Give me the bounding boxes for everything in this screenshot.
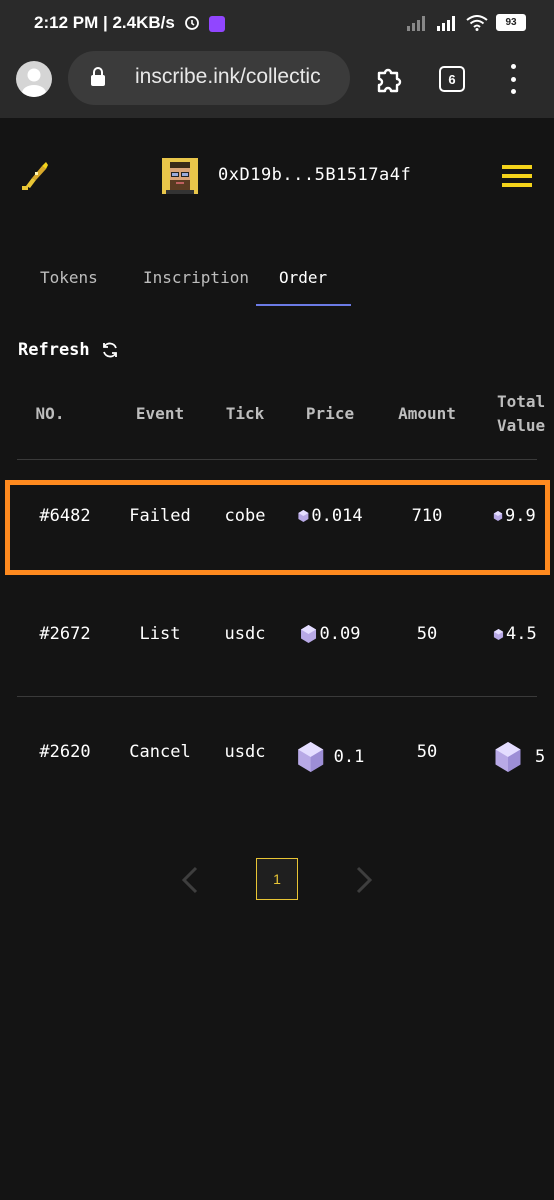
tabs-icon[interactable]: 6	[439, 66, 465, 92]
net-speed: | 2.4KB/s	[102, 13, 175, 32]
active-tab-indicator	[256, 304, 351, 306]
highlight-annotation	[5, 480, 550, 575]
wallet-address[interactable]: 0xD19b...5B1517a4f	[218, 165, 411, 185]
order-event: Cancel	[129, 742, 191, 762]
order-price: 0.1	[296, 742, 365, 772]
page-number-button[interactable]: 1	[256, 858, 298, 900]
alarm-icon	[184, 16, 199, 30]
order-amount: 50	[416, 742, 438, 762]
refresh-icon	[102, 342, 117, 358]
table-divider	[17, 459, 537, 460]
total-value: 4.5	[506, 624, 537, 644]
table-row[interactable]: #2672 List usdc 0.09 50 4.5	[0, 598, 554, 674]
hamburger-icon[interactable]	[502, 165, 532, 187]
wifi-icon	[466, 14, 488, 31]
order-number: #2620	[39, 742, 91, 762]
extensions-icon[interactable]	[374, 64, 406, 94]
order-price: 0.09	[300, 624, 361, 644]
header-price: Price	[305, 404, 355, 423]
signal-icon	[407, 15, 425, 31]
gem-icon	[495, 742, 521, 772]
total-value: 5	[535, 747, 546, 767]
header-amount: Amount	[398, 404, 456, 423]
url-text[interactable]: inscribe.ink/collectic	[135, 65, 345, 89]
signal-icon-2	[437, 15, 455, 31]
header-no: NO.	[35, 404, 65, 423]
gem-icon	[493, 628, 504, 640]
header-tick: Tick	[225, 404, 265, 423]
price-value: 0.09	[319, 624, 361, 644]
profile-icon[interactable]	[16, 61, 52, 97]
status-bar: 2:12 PM | 2.4KB/s 93	[0, 0, 554, 48]
table-row[interactable]: #2620 Cancel usdc 0.1 50 5	[0, 716, 554, 792]
clock-text: 2:12 PM	[34, 13, 99, 32]
header-event: Event	[135, 404, 185, 423]
order-amount: 50	[416, 624, 438, 644]
pen-logo-icon[interactable]	[20, 156, 50, 192]
refresh-button[interactable]: Refresh	[18, 340, 120, 360]
order-total: 5	[493, 742, 554, 772]
gem-icon	[298, 742, 324, 772]
app-header: 0xD19b...5B1517a4f	[0, 118, 554, 238]
tab-bar: Tokens Inscription Order	[0, 260, 554, 310]
chevron-left-icon[interactable]	[180, 866, 200, 894]
order-tick: usdc	[224, 624, 266, 644]
header-total-value: Total Value	[497, 390, 554, 438]
tab-tokens[interactable]: Tokens	[40, 268, 98, 287]
status-right: 93	[406, 14, 526, 31]
table-header: NO. Event Tick Price Amount Total Value	[0, 388, 554, 448]
pagination: 1	[0, 858, 554, 902]
table-divider	[17, 696, 537, 697]
chevron-right-icon[interactable]	[354, 866, 374, 894]
order-tick: usdc	[224, 742, 266, 762]
price-value: 0.1	[333, 747, 365, 767]
address-bar[interactable]: inscribe.ink/collectic	[68, 51, 350, 105]
header-total-line2: Value	[497, 416, 546, 435]
order-total: 4.5	[493, 624, 554, 644]
tab-order[interactable]: Order	[279, 268, 327, 287]
battery-icon: 93	[496, 14, 526, 31]
order-event: List	[139, 624, 181, 644]
browser-toolbar: inscribe.ink/collectic 6	[0, 48, 554, 118]
more-icon[interactable]	[508, 64, 518, 94]
gem-icon	[301, 625, 317, 643]
twitch-icon	[209, 15, 226, 32]
tab-inscription[interactable]: Inscription	[143, 268, 249, 287]
user-avatar[interactable]	[162, 158, 198, 194]
refresh-label: Refresh	[18, 340, 90, 360]
status-time: 2:12 PM | 2.4KB/s	[34, 13, 226, 33]
header-total-line1: Total	[497, 392, 546, 411]
order-number: #2672	[39, 624, 91, 644]
lock-icon	[91, 67, 105, 86]
